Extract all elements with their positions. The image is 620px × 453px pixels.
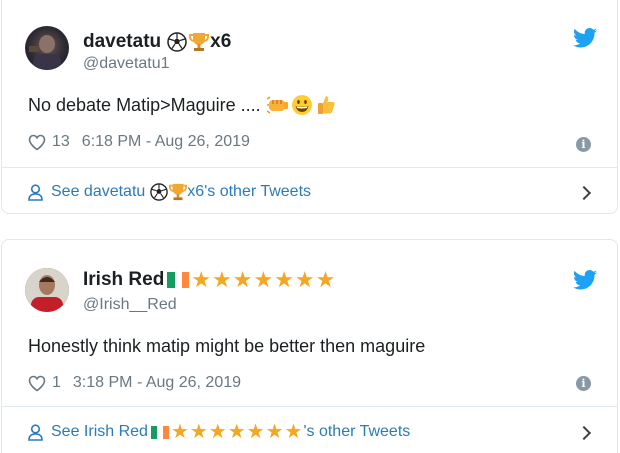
grinning-face-icon [291,94,313,116]
author-name-row[interactable]: davetatu x6 [83,31,231,53]
see-more-suffix: x6's other Tweets [187,183,312,200]
display-name[interactable]: Irish Red [83,269,164,291]
avatar-image [29,35,61,70]
star-rating-icons: ★★★★★★★ [170,421,304,443]
tweet-meta: 1 3:18 PM - Aug 26, 2019 [28,374,241,392]
divider [2,167,617,168]
info-icon[interactable]: i [576,137,591,152]
avatar-image [25,268,69,312]
divider [2,406,617,407]
see-other-tweets-link[interactable]: See davetatu x6's other Tweets [28,182,311,202]
user-icon [28,423,43,441]
timestamp[interactable]: 6:18 PM - Aug 26, 2019 [82,133,250,151]
avatar[interactable] [25,26,69,70]
heart-icon[interactable] [28,375,46,392]
display-name[interactable]: davetatu [83,31,161,53]
fist-bump-icon [266,95,289,115]
ireland-flag-icon [150,425,169,439]
tweet-text: Honestly think matip might be better the… [28,336,425,357]
trophy-icon [189,31,210,53]
display-name-suffix: x6 [210,31,232,52]
timestamp[interactable]: 3:18 PM - Aug 26, 2019 [73,374,241,392]
like-count[interactable]: 13 [52,133,70,151]
tweet-text-content: No debate Matip>Maguire .... [28,94,261,115]
star-rating-icons: ★★★★★★★ [191,267,337,292]
soccer-ball-icon [150,183,169,201]
user-icon [28,183,43,201]
handle[interactable]: @davetatu1 [83,55,170,73]
tweet-card-irish-red[interactable]: Irish Red ★★★★★★★ @Irish__Red Honestly t… [1,239,618,453]
see-more-suffix: 's other Tweets [303,423,411,440]
twitter-logo-icon[interactable] [573,270,597,290]
tweet-text: No debate Matip>Maguire .... [28,94,337,116]
heart-icon[interactable] [28,134,46,151]
handle[interactable]: @Irish__Red [83,296,177,314]
chevron-right-icon[interactable] [576,425,592,441]
thumbs-up-icon [315,94,337,116]
trophy-icon [169,182,188,202]
twitter-logo-icon[interactable] [573,28,597,48]
tweet-meta: 13 6:18 PM - Aug 26, 2019 [28,133,250,151]
see-other-tweets-link[interactable]: See Irish Red ★★★★★★★ 's other Tweets [28,422,410,442]
info-icon[interactable]: i [576,376,591,391]
author-name-row[interactable]: Irish Red ★★★★★★★ [83,269,336,291]
avatar[interactable] [25,268,69,312]
chevron-right-icon[interactable] [576,185,592,201]
see-more-prefix: See Irish Red [51,423,148,440]
see-more-prefix: See davetatu [51,183,146,200]
soccer-ball-icon [167,32,187,52]
tweet-text-content: Honestly think matip might be better the… [28,336,426,356]
like-count[interactable]: 1 [52,374,61,392]
tweet-card-davetatu[interactable]: davetatu x6 @davetatu1 No debate Matip>M… [1,0,618,214]
ireland-flag-icon [167,272,190,288]
